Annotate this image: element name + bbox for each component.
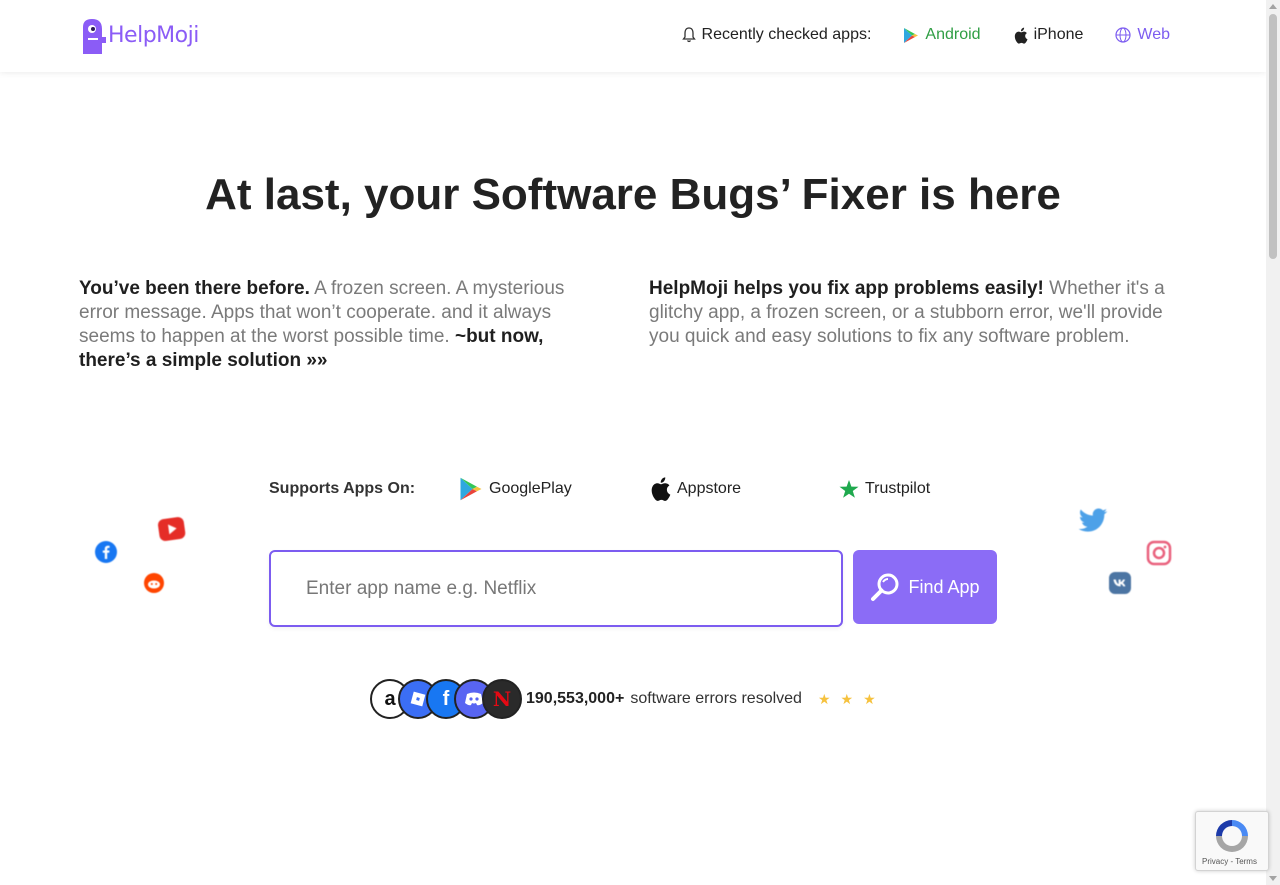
recaptcha-logo-icon: [1216, 820, 1248, 852]
scroll-down-arrow-icon[interactable]: [1269, 876, 1277, 881]
star-icon: ★: [840, 690, 854, 707]
globe-www-icon: [1115, 27, 1131, 43]
intro-left-lead: You’ve been there before.: [79, 278, 310, 299]
site-header: HelpMoji Recently checked apps: Android …: [0, 0, 1266, 72]
nav-link-iphone-label: iPhone: [1033, 26, 1084, 43]
star-icon: ★: [863, 690, 876, 707]
netflix-icon: N: [482, 679, 522, 719]
find-app-button[interactable]: Find App: [853, 550, 997, 624]
star-icon: ★: [817, 690, 831, 707]
bell-icon: [681, 27, 696, 43]
scroll-up-arrow-icon[interactable]: [1269, 4, 1277, 9]
intro-right-lead: HelpMoji helps you fix app problems easi…: [649, 278, 1044, 299]
facebook-icon: [94, 540, 118, 569]
intro-right-paragraph: HelpMoji helps you fix app problems easi…: [649, 277, 1179, 349]
apple-icon: [1014, 27, 1028, 44]
nav-link-web[interactable]: Web: [1115, 26, 1170, 44]
page-scrollbar[interactable]: [1266, 0, 1280, 885]
scroll-thumb[interactable]: [1269, 14, 1277, 259]
nav-link-android[interactable]: Android: [903, 26, 981, 44]
helpmoji-mascot-icon: [80, 17, 106, 54]
support-appstore: Appstore: [649, 476, 839, 502]
support-googleplay-label: GooglePlay: [489, 480, 572, 497]
recaptcha-links[interactable]: Privacy - Terms: [1202, 857, 1257, 866]
find-app-label: Find App: [908, 576, 980, 597]
errors-resolved-count: 190,553,000+: [526, 690, 625, 707]
support-trustpilot-label: Trustpilot: [865, 480, 931, 497]
recent-apps-text: Recently checked apps:: [701, 26, 872, 43]
google-play-icon: [904, 27, 919, 43]
apple-icon: [651, 477, 671, 501]
recaptcha-badge[interactable]: Privacy - Terms: [1195, 811, 1269, 871]
errors-resolved-text: software errors resolved: [630, 690, 802, 707]
youtube-icon: [156, 514, 188, 549]
instagram-icon: [1146, 540, 1172, 571]
rating-stars: ★ ★ ★: [808, 691, 876, 708]
supported-platforms: Supports Apps On: GooglePlay Appstore Tr…: [269, 476, 1029, 502]
resolved-stats: a f N 190,553,000+ software errors resol…: [370, 679, 876, 719]
twitter-icon: [1077, 508, 1109, 539]
nav-link-web-label: Web: [1137, 26, 1170, 43]
helpmoji-logo[interactable]: HelpMoji: [80, 16, 199, 54]
supports-label: Supports Apps On:: [269, 480, 416, 497]
nav-link-iphone[interactable]: iPhone: [1013, 26, 1084, 44]
support-googleplay: GooglePlay: [459, 476, 649, 502]
search-icon: [871, 573, 899, 601]
support-appstore-label: Appstore: [677, 480, 742, 497]
nav-link-android-label: Android: [925, 26, 981, 43]
hero-title: At last, your Software Bugs’ Fixer is he…: [205, 170, 1061, 219]
recent-apps-label: Recently checked apps:: [681, 26, 872, 44]
reddit-icon: [143, 572, 165, 599]
app-avatars: a f N: [370, 679, 522, 719]
google-play-icon: [460, 477, 482, 501]
trustpilot-star-icon: [839, 480, 859, 498]
brand-name: HelpMoji: [108, 22, 199, 48]
app-search-input[interactable]: [271, 552, 841, 625]
vk-icon: [1109, 572, 1131, 599]
recent-apps-nav: Recently checked apps: Android iPhone We…: [681, 26, 1170, 44]
support-trustpilot: Trustpilot: [839, 479, 1029, 499]
app-search-box: [269, 550, 843, 627]
intro-left-paragraph: You’ve been there before. A frozen scree…: [79, 277, 599, 373]
